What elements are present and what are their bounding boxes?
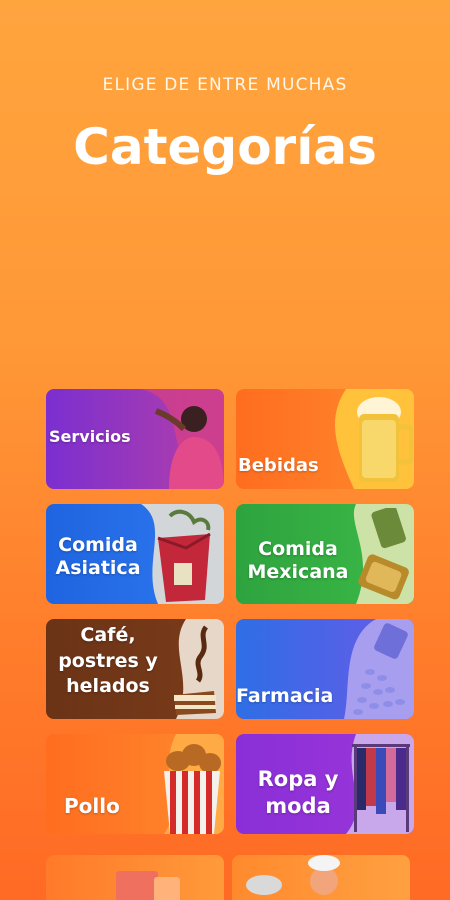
fried-chicken-bucket-icon: [164, 744, 221, 834]
person-icon: [154, 406, 224, 489]
category-card-cafe-postres-helados[interactable]: Café, postres y helados: [46, 619, 224, 719]
noodle-box-icon: [157, 509, 211, 602]
cake-icon: [174, 625, 216, 715]
chef-icon: [246, 855, 340, 895]
category-label: Café, postres y helados: [58, 624, 158, 698]
category-card-pollo[interactable]: Pollo: [46, 734, 224, 834]
category-card-partial-left[interactable]: [46, 855, 224, 900]
category-label: Comida Asiatica: [55, 534, 141, 579]
category-label: Bebidas: [238, 455, 319, 476]
subtitle: ELIGE DE ENTRE MUCHAS: [102, 75, 348, 95]
category-card-comida-mexicana[interactable]: Comida Mexicana: [236, 504, 414, 604]
beer-mug-icon: [357, 397, 413, 482]
category-label: Farmacia: [236, 685, 334, 707]
category-card-comida-asiatica[interactable]: Comida Asiatica: [46, 504, 224, 604]
tamales-icon: [358, 508, 409, 600]
category-card-bebidas[interactable]: Bebidas: [236, 389, 414, 489]
category-card-partial-right[interactable]: [232, 855, 410, 900]
pills-bottle-icon: [353, 623, 408, 715]
category-label: Comida Mexicana: [247, 538, 349, 583]
category-card-servicios[interactable]: Servicios: [46, 389, 224, 489]
delivery-box-icon: [116, 871, 180, 900]
category-label: Ropa y moda: [257, 767, 339, 819]
page-title: Categorías: [73, 118, 377, 176]
category-label: Pollo: [64, 794, 120, 818]
category-label: Servicios: [49, 427, 131, 446]
category-card-farmacia[interactable]: Farmacia: [236, 619, 414, 719]
category-card-ropa-y-moda[interactable]: Ropa y moda: [236, 734, 414, 834]
